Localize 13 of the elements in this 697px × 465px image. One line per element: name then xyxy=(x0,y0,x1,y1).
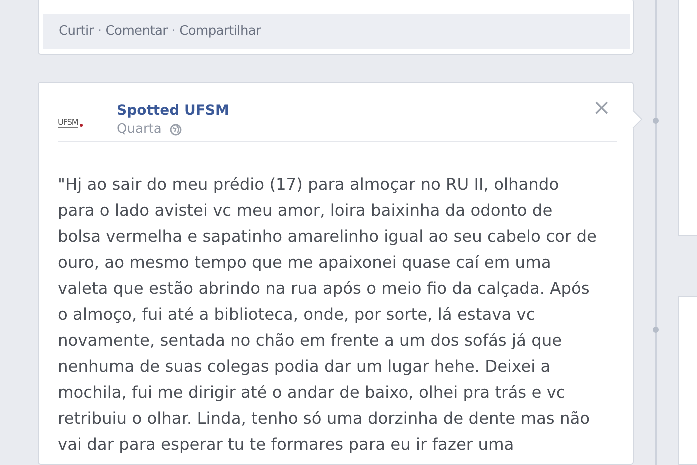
action-link[interactable]: Comentar xyxy=(106,24,168,39)
author-link[interactable]: Spotted UFSM xyxy=(117,103,587,119)
separator-dot: · xyxy=(172,24,176,39)
timeline-dot xyxy=(653,327,659,333)
timeline-dot xyxy=(653,118,659,124)
action-link[interactable]: Compartilhar xyxy=(180,24,262,39)
close-button[interactable]: × xyxy=(586,99,617,119)
post-time: Quarta xyxy=(117,122,162,137)
post-text: "Hj ao sair do meu prédio (17) para almoçar no RU II, olhando para o lado avistei vc meu amor, loira baixinha da odonto de bolsa vermelha e sapatinho amarelinho igual ao seu cabelo cor de ouro, ao mesmo tempo que me apaixonei quase caí em uma valeta que estão abrindo na rua após o meio fio da calçada. Após o almoço, fui até a biblioteca, onde, por sorte, lá estava vc novamente, sentada no chão em frente a um dos sofás já que nenhuma de suas colegas podia dar um lugar hehe. Deixei a mochila, fui me dirigir até o andar de baixo, olhei pra trás e vc retribuiu o olhar. Linda, tenho só uma dorzinha de dente mas não vai dar para esperar tu te formares para eu ir fazer uma xyxy=(58,174,598,456)
page-logo: UFSM xyxy=(58,105,102,141)
action-link[interactable]: Curtir xyxy=(59,24,94,39)
separator-dot: · xyxy=(98,24,102,39)
globe-icon xyxy=(170,124,182,136)
